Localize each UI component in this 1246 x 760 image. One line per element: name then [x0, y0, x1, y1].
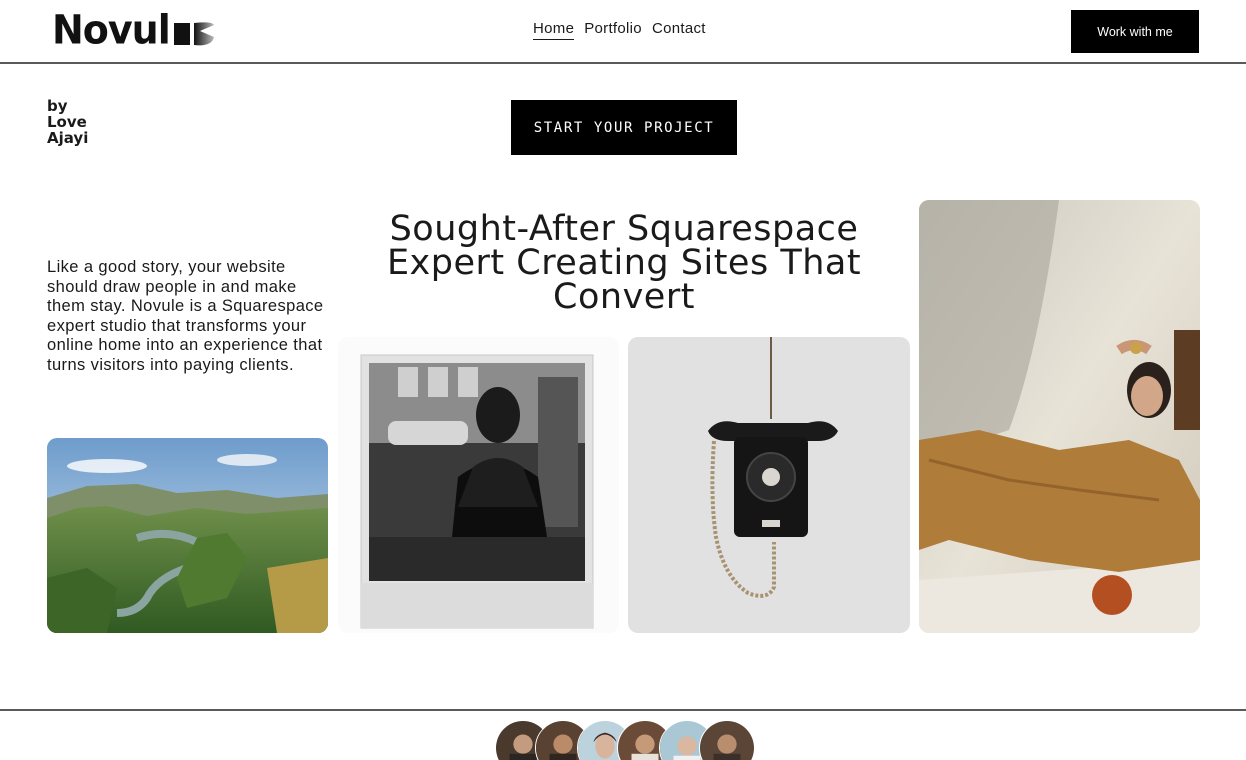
rotary-telephone-photo — [628, 337, 910, 633]
site-header: Novul Home Portfolio Contact Work with m… — [0, 0, 1246, 64]
logo-swirl-icon — [172, 19, 216, 49]
work-with-me-button[interactable]: Work with me — [1071, 10, 1199, 53]
logo-wordmark: Novul — [52, 6, 171, 54]
footer-divider — [0, 709, 1246, 711]
headline-line: Sought-After Squarespace — [389, 209, 859, 249]
canyon-landscape-photo — [47, 438, 328, 633]
novule-logo[interactable]: Novul — [52, 6, 216, 54]
byline-line: Love — [47, 113, 87, 131]
byline-line: Ajayi — [47, 129, 89, 147]
nav-contact-link[interactable]: Contact — [652, 20, 706, 40]
start-your-project-button[interactable]: START YOUR PROJECT — [511, 100, 737, 155]
page-headline: Sought-After Squarespace Expert Creating… — [370, 209, 878, 317]
intro-paragraph: Like a good story, your website should d… — [47, 258, 324, 374]
avatar[interactable] — [699, 720, 755, 760]
main-nav: Home Portfolio Contact — [533, 20, 706, 40]
headline-line: Convert — [553, 277, 695, 317]
woman-reclining-photo — [919, 200, 1200, 633]
polaroid-portrait-photo — [338, 337, 619, 633]
byline-line: by — [47, 97, 68, 115]
headline-line: Expert Creating Sites That — [386, 243, 862, 283]
testimonial-avatars — [495, 720, 755, 760]
byline: by Love Ajayi — [47, 98, 88, 146]
nav-portfolio-link[interactable]: Portfolio — [584, 20, 642, 40]
nav-home-link[interactable]: Home — [533, 20, 575, 40]
